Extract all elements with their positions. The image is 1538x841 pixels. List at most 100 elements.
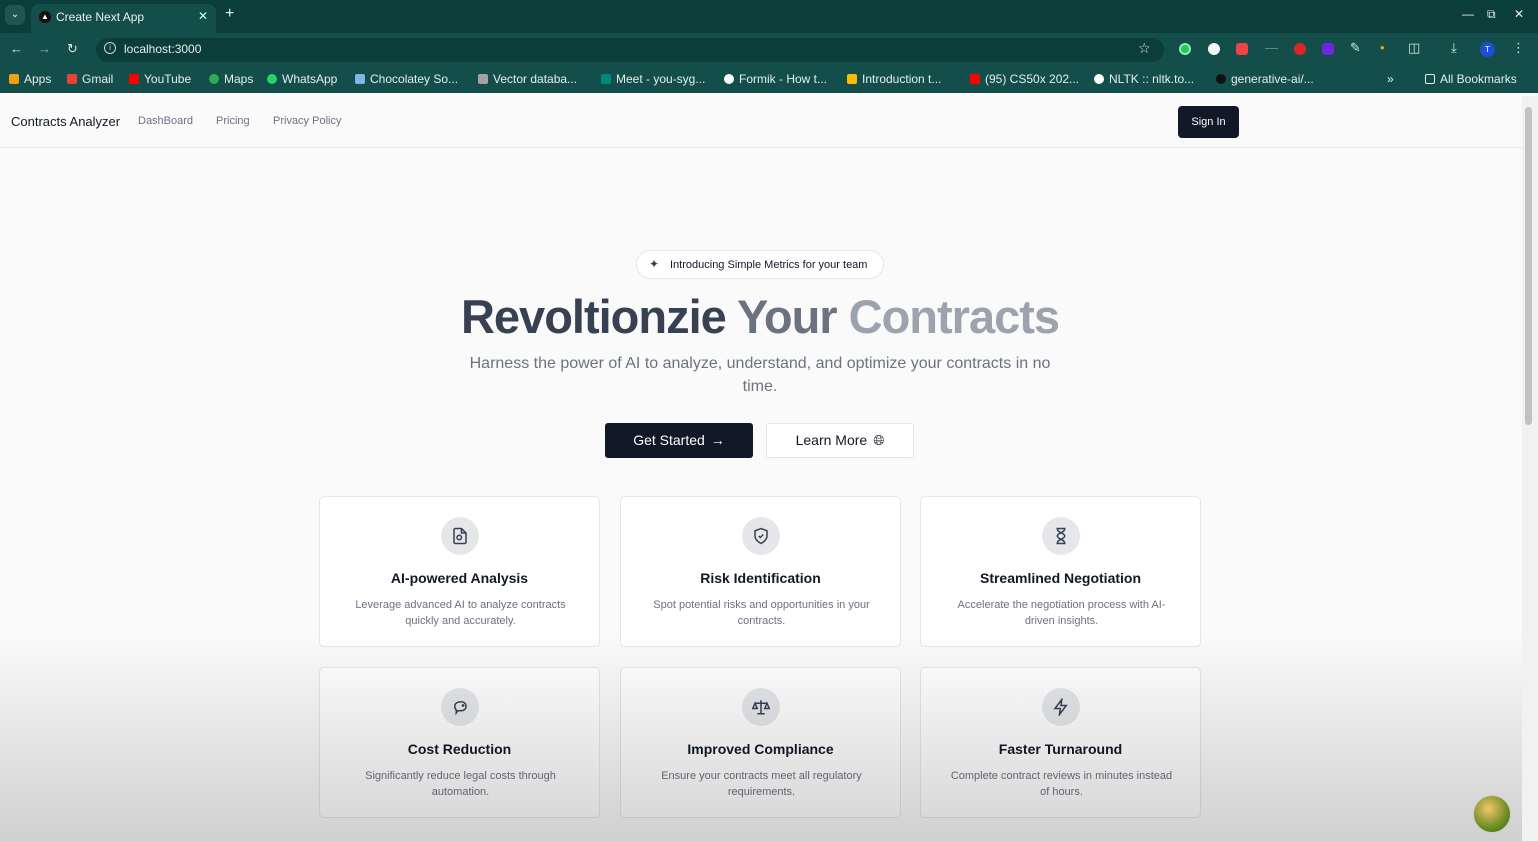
bookmark-item[interactable]: Chocolatey So... [355, 72, 458, 86]
feature-description: Accelerate the negotiation process with … [957, 599, 1166, 627]
bookmark-item[interactable]: Introduction t... [847, 72, 941, 86]
bookmarks-overflow-icon[interactable]: » [1387, 72, 1394, 86]
close-icon[interactable]: ✕ [198, 9, 208, 23]
all-bookmarks[interactable]: All Bookmarks [1425, 72, 1517, 86]
tab-title: Create Next App [56, 10, 145, 24]
get-started-label: Get Started [633, 432, 705, 448]
bookmark-item[interactable]: Gmail [67, 72, 113, 86]
gmail-icon [67, 74, 77, 84]
announcement-badge[interactable]: ✦ Introducing Simple Metrics for your te… [636, 250, 884, 279]
feature-card: Improved Compliance Ensure your contract… [620, 667, 901, 818]
feature-card: Risk Identification Spot potential risks… [620, 496, 901, 647]
feature-title: Risk Identification [700, 570, 821, 586]
extension-ublock-icon[interactable] [1294, 43, 1306, 55]
back-arrow-icon[interactable]: ← [10, 41, 23, 56]
bookmark-item[interactable]: WhatsApp [267, 72, 337, 86]
vector-icon [478, 74, 488, 84]
extension-purple-icon[interactable] [1322, 43, 1334, 55]
feature-card: Faster Turnaround Complete contract revi… [920, 667, 1201, 818]
tab-search-chevron-icon[interactable]: ⌄ [5, 5, 25, 25]
feature-description: Complete contract reviews in minutes ins… [950, 770, 1173, 798]
extension-green-icon[interactable] [1179, 43, 1191, 55]
feature-title: Improved Compliance [687, 741, 834, 757]
scrollbar-thumb[interactable] [1525, 107, 1532, 425]
nav-link-pricing[interactable]: Pricing [216, 115, 250, 127]
bookmark-item[interactable]: (95) CS50x 202... [970, 72, 1079, 86]
learn-more-button[interactable]: Learn More 🌐︎ [766, 423, 914, 458]
page-viewport: Contracts Analyzer DashBoard Pricing Pri… [0, 96, 1522, 841]
close-window-icon[interactable]: ✕ [1514, 7, 1524, 21]
minimize-icon[interactable]: — [1462, 7, 1474, 21]
hero-title: Revoltionzie Your Contracts [0, 289, 1520, 344]
meet-icon [601, 74, 611, 84]
bookmark-item[interactable]: Vector databa... [478, 72, 577, 86]
github-icon [1216, 74, 1226, 84]
browser-tab[interactable]: ▲ Create Next App ✕ [31, 4, 216, 33]
globe-icon: 🌐︎ [873, 432, 885, 448]
site-header: Contracts Analyzer DashBoard Pricing Pri… [0, 96, 1522, 148]
extension-rocket-icon[interactable]: • [1380, 40, 1385, 55]
learn-more-label: Learn More [795, 432, 868, 448]
extension-pen-icon[interactable]: ✎ [1350, 40, 1361, 56]
feature-description: Significantly reduce legal costs through… [365, 770, 556, 798]
site-info-icon[interactable]: i [104, 42, 116, 54]
chocolatey-icon [355, 74, 365, 84]
piggy-bank-icon [441, 688, 479, 726]
bookmark-item[interactable]: Maps [209, 72, 253, 86]
address-url[interactable]: localhost:3000 [124, 42, 201, 56]
feature-card: AI-powered Analysis Leverage advanced AI… [319, 496, 600, 647]
nltk-icon [1094, 74, 1104, 84]
sign-in-button[interactable]: Sign In [1178, 106, 1239, 138]
zap-icon [1042, 688, 1080, 726]
bookmark-item[interactable]: Meet - you-syg... [601, 72, 705, 86]
feature-title: Faster Turnaround [998, 741, 1123, 757]
triangle-icon: ▲ [39, 11, 51, 23]
folder-icon [1425, 74, 1435, 84]
document-scan-icon [441, 517, 479, 555]
bookmark-item[interactable]: generative-ai/... [1216, 72, 1314, 86]
extension-dash-icon[interactable]: — [1265, 40, 1278, 55]
youtube-icon [970, 74, 980, 84]
feature-description: Leverage advanced AI to analyze contract… [355, 599, 566, 627]
feature-title: Cost Reduction [407, 741, 512, 757]
forward-arrow-icon[interactable]: → [38, 41, 51, 56]
feature-card: Cost Reduction Significantly reduce lega… [319, 667, 600, 818]
hero-title-word-3: Contracts [848, 290, 1060, 343]
shield-check-icon [742, 517, 780, 555]
bookmark-item[interactable]: NLTK :: nltk.to... [1094, 72, 1194, 86]
youtube-icon [129, 74, 139, 84]
nav-link-privacy-policy[interactable]: Privacy Policy [273, 115, 341, 127]
grid-icon [9, 74, 19, 84]
hero-title-word-1: Revoltionzie [460, 290, 727, 343]
formik-icon [724, 74, 734, 84]
new-tab-plus-icon[interactable]: + [225, 5, 234, 23]
scale-icon [742, 688, 780, 726]
bookmarks-bar: Apps Gmail YouTube Maps WhatsApp Chocola… [0, 66, 1538, 93]
floating-user-avatar[interactable] [1473, 795, 1511, 833]
feature-card: Streamlined Negotiation Accelerate the n… [920, 496, 1201, 647]
sparkles-icon: ✦ [649, 257, 660, 271]
extension-red-icon[interactable] [1236, 43, 1248, 55]
bookmark-item[interactable]: Formik - How t... [724, 72, 827, 86]
drive-icon [847, 74, 857, 84]
whatsapp-icon [267, 74, 277, 84]
feature-description: Spot potential risks and opportunities i… [653, 599, 870, 627]
profile-avatar[interactable]: T [1480, 42, 1495, 57]
bookmark-item[interactable]: YouTube [129, 72, 191, 86]
browser-tabstrip: ⌄ ▲ Create Next App ✕ + — ⧉ ✕ [0, 0, 1538, 33]
download-icon[interactable]: ⤓ [1451, 40, 1457, 56]
extension-white-icon[interactable] [1208, 43, 1220, 55]
restore-icon[interactable]: ⧉ [1487, 7, 1496, 22]
feature-title: Streamlined Negotiation [979, 570, 1142, 586]
hero-subtitle: Harness the power of AI to analyze, unde… [469, 355, 1051, 395]
brand-logo-text[interactable]: Contracts Analyzer [11, 114, 120, 129]
get-started-button[interactable]: Get Started → [605, 423, 753, 458]
kebab-menu-icon[interactable]: ⋮ [1512, 40, 1525, 56]
bookmark-item[interactable]: Apps [9, 72, 51, 86]
extensions-puzzle-icon[interactable]: ◫ [1408, 40, 1420, 56]
bookmark-star-icon[interactable]: ☆ [1138, 40, 1151, 57]
feature-title: AI-powered Analysis [390, 570, 529, 586]
reload-icon[interactable]: ↻ [67, 41, 78, 57]
nav-link-dashboard[interactable]: DashBoard [138, 115, 193, 127]
address-bar[interactable] [96, 38, 1164, 62]
